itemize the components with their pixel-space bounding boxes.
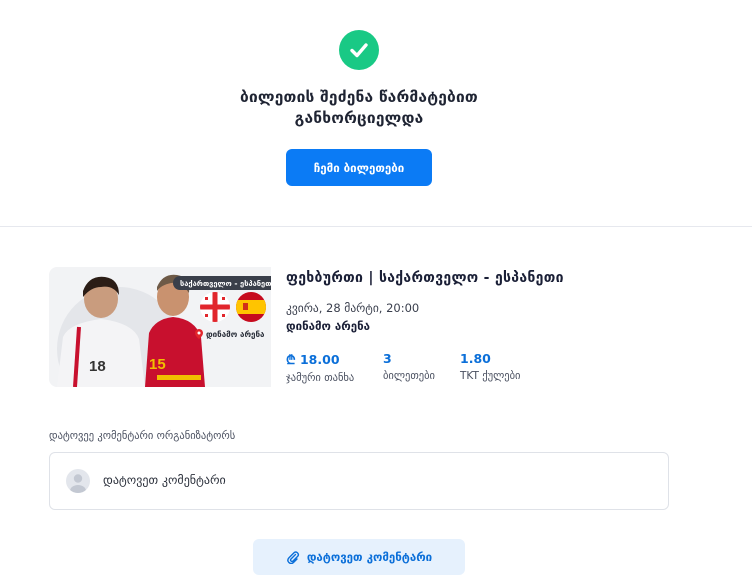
success-title: ბილეთის შეძენა წარმატებით განხორციელდა [176,87,542,129]
svg-text:15: 15 [149,356,166,373]
stat-tkt-points: 1.80 TKT ქულები [460,351,520,382]
success-title-line2: განხორციელდა [294,109,424,127]
spain-flag-icon [236,292,266,322]
stat-tkt-points-value: 1.80 [460,351,491,366]
comment-input[interactable]: დატოვეთ კომენტარი [49,452,669,510]
section-divider [0,226,752,227]
stat-tickets-value: 3 [383,351,392,366]
stat-total-amount-label: ჯამური თანხა [286,372,355,384]
leave-comment-button[interactable]: დატოვეთ კომენტარი [253,539,465,575]
success-check-icon [339,30,379,70]
success-title-line1: ბილეთის შეძენა წარმატებით [240,88,478,106]
location-pin-icon [195,329,203,339]
comment-placeholder: დატოვეთ კომენტარი [103,473,226,487]
stat-tkt-points-label: TKT ქულები [460,370,521,382]
avatar [66,469,90,493]
image-venue-text: დინამო არენა [206,329,265,339]
event-image: 18 15 საქართველო - ესპანეთი დინამო არენა [49,267,271,387]
user-icon [70,474,86,493]
georgia-flag-icon [200,292,230,322]
image-match-tag: საქართველო - ესპანეთი [173,276,271,290]
event-date: კვირა, 28 მარტი, 20:00 [286,301,420,315]
stat-tickets-label: ბილეთები [383,370,435,382]
stat-total-amount-value: ₾ 18.00 [286,352,340,367]
my-tickets-button[interactable]: ჩემი ბილეთები [286,149,432,186]
event-title: ფეხბურთი | საქართველო - ესპანეთი [286,270,564,286]
comment-section-label: დატოვეე კომენტარი ორგანიზატორს [49,430,236,442]
event-venue: დინამო არენა [286,319,371,333]
stat-tickets: 3 ბილეთები [383,351,435,382]
image-venue-tag: დინამო არენა [195,329,264,339]
svg-text:18: 18 [89,358,106,375]
stat-total-amount: ₾ 18.00 ჯამური თანხა [286,351,354,384]
